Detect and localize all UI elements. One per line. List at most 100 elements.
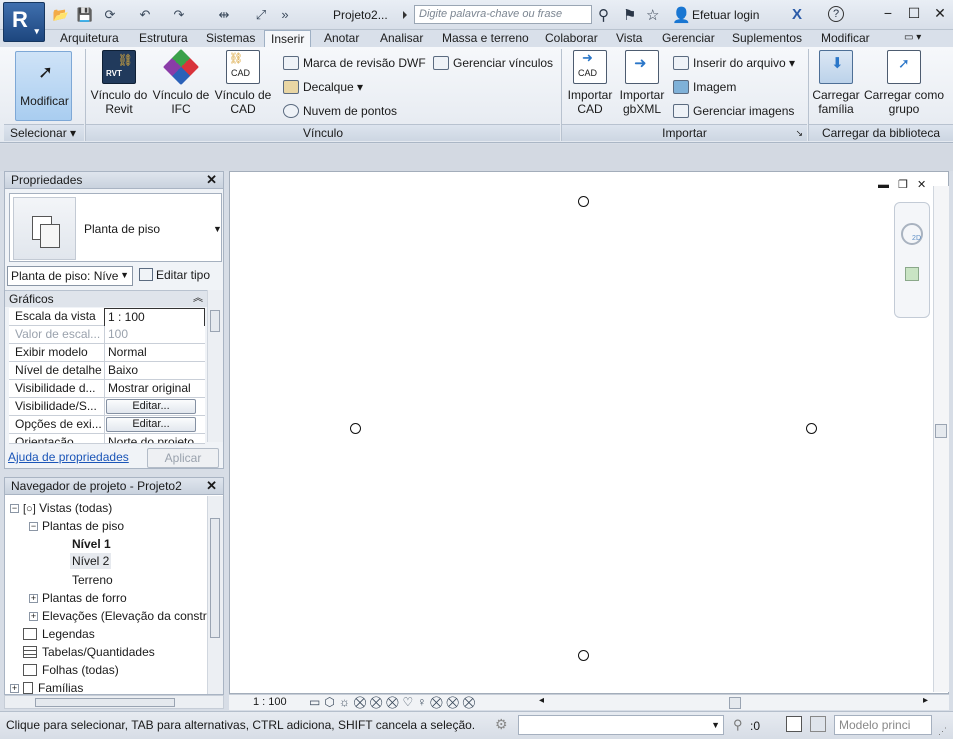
steering-wheel-icon[interactable]: 2D	[901, 223, 923, 245]
canvas-vertical-scrollbar[interactable]	[933, 186, 949, 692]
tree-item-legends[interactable]: Legendas	[23, 627, 95, 641]
maximize-icon[interactable]: ☐	[904, 5, 924, 25]
property-value[interactable]: Normal	[104, 344, 205, 361]
property-value[interactable]: Baixo	[104, 362, 205, 379]
tab-estrutura[interactable]: Estrutura	[133, 30, 194, 47]
link-revit-button[interactable]: RVT ⛓ Vínculo do Revit	[88, 50, 150, 116]
view-control-icons[interactable]: ▭⬡☼⛒⛒⛒♡♀⛒⛒⛒	[309, 695, 479, 710]
tab-arquitetura[interactable]: Arquitetura	[54, 30, 125, 47]
editable-only-icon[interactable]	[810, 716, 826, 732]
collapse-icon[interactable]: −	[10, 504, 19, 513]
elevation-marker-west[interactable]	[350, 423, 361, 434]
dimension-icon[interactable]: ⤢	[252, 6, 270, 24]
instance-filter-select[interactable]: Planta de piso: Níve ▼	[7, 266, 133, 286]
manage-links-button[interactable]: Gerenciar vínculos	[433, 55, 553, 71]
tree-item-schedules[interactable]: Tabelas/Quantidades	[23, 645, 155, 659]
load-family-button[interactable]: ⬇ Carregar família	[810, 50, 862, 116]
section-header[interactable]: Gráficos ︽	[5, 290, 223, 307]
search-input[interactable]: Digite palavra-chave ou frase	[403, 5, 592, 24]
load-as-group-button[interactable]: ➚ Carregar como grupo	[862, 50, 946, 116]
save-icon[interactable]: 💾	[76, 6, 94, 24]
manage-images-button[interactable]: Gerenciar imagens	[673, 103, 794, 119]
collapse-icon[interactable]: −	[29, 522, 38, 531]
elevation-marker-east[interactable]	[806, 423, 817, 434]
close-icon[interactable]: ✕	[206, 172, 217, 188]
close-icon[interactable]: ✕	[930, 5, 950, 25]
help-icon[interactable]: ?	[828, 6, 844, 22]
tree-item-views[interactable]: − [○] Vistas (todas)	[10, 501, 112, 516]
modify-button[interactable]: ➚ Modificar	[15, 51, 72, 121]
select-group-label[interactable]: Selecionar ▾	[4, 124, 84, 141]
minimize-icon[interactable]: −	[878, 5, 898, 25]
expand-icon[interactable]: +	[29, 594, 38, 603]
scroll-right-icon[interactable]: ▸	[923, 695, 928, 706]
sync-icon[interactable]: ⟳	[101, 6, 119, 24]
scrollbar-thumb[interactable]	[935, 424, 947, 438]
elevation-marker-south[interactable]	[578, 650, 589, 661]
expand-icon[interactable]: +	[29, 612, 38, 621]
tab-colaborar[interactable]: Colaborar	[539, 30, 604, 47]
design-option-select[interactable]: Modelo princi	[834, 715, 932, 735]
tab-sistemas[interactable]: Sistemas	[200, 30, 261, 47]
close-icon[interactable]: ✕	[206, 478, 217, 494]
tree-item-ceiling-plans[interactable]: + Plantas de forro	[29, 591, 127, 605]
exchange-apps-icon[interactable]: X	[792, 6, 802, 23]
view-scale-input[interactable]: 1 : 100	[104, 308, 205, 327]
point-cloud-button[interactable]: Nuvem de pontos	[283, 103, 397, 119]
tab-anotar[interactable]: Anotar	[318, 30, 365, 47]
tree-item-floor-plans[interactable]: − Plantas de piso	[29, 519, 124, 533]
app-menu-button[interactable]: R ▾	[3, 2, 45, 42]
more-icon[interactable]: »	[276, 6, 294, 24]
tree-item-terrain[interactable]: Terreno	[72, 573, 113, 587]
browser-scrollbar[interactable]	[207, 496, 223, 694]
properties-help-link[interactable]: Ajuda de propriedades	[8, 450, 129, 464]
view-scale[interactable]: 1 : 100	[253, 696, 287, 708]
expand-icon[interactable]: +	[10, 684, 19, 693]
link-ifc-button[interactable]: Vínculo de IFC	[150, 48, 212, 116]
properties-scrollbar[interactable]	[207, 290, 223, 442]
design-options-icon[interactable]	[786, 716, 802, 732]
elevation-marker-north[interactable]	[578, 196, 589, 207]
tab-suplementos[interactable]: Suplementos	[726, 30, 808, 47]
tab-analisar[interactable]: Analisar	[374, 30, 429, 47]
image-button[interactable]: Imagem	[673, 79, 736, 95]
redo-icon[interactable]: ↷	[170, 6, 188, 24]
tree-item-sheets[interactable]: Folhas (todas)	[23, 663, 119, 677]
login-button[interactable]: Efetuar login	[692, 8, 759, 22]
workset-select[interactable]: ▼	[518, 715, 724, 735]
insert-from-file-button[interactable]: Inserir do arquivo ▾	[673, 55, 795, 71]
link-cad-button[interactable]: CAD ⛓ Vínculo de CAD	[212, 50, 274, 116]
tree-item-level-2[interactable]: Nível 2	[70, 553, 112, 569]
tree-item-families[interactable]: + Famílias	[10, 681, 83, 695]
import-cad-button[interactable]: CAD ➜ Importar CAD	[563, 50, 617, 116]
view-window-controls[interactable]: ▬ ❐ ✕	[878, 178, 929, 191]
ribbon-minimize-icon[interactable]: ▭ ▾	[898, 30, 927, 47]
property-value[interactable]: Mostrar original	[104, 380, 205, 397]
subscription-icon[interactable]: ⚑	[623, 6, 636, 24]
apply-button[interactable]: Aplicar	[147, 448, 219, 468]
import-gbxml-button[interactable]: ➜ Importar gbXML	[617, 50, 667, 116]
drawing-canvas[interactable]: ▬ ❐ ✕ 2D	[229, 171, 949, 694]
scroll-left-icon[interactable]: ◂	[539, 695, 544, 706]
tab-modificar[interactable]: Modificar	[815, 30, 876, 47]
visibility-edit-button[interactable]: Editar...	[106, 399, 196, 414]
tree-item-level-1[interactable]: Nível 1	[72, 537, 111, 551]
decal-button[interactable]: Decalque ▾	[283, 79, 363, 95]
tab-gerenciar[interactable]: Gerenciar	[656, 30, 721, 47]
browser-horizontal-scrollbar[interactable]	[4, 695, 224, 709]
favorites-star-icon[interactable]: ☆	[646, 6, 659, 24]
scrollbar-thumb[interactable]	[729, 697, 741, 709]
property-value[interactable]: Norte do projeto	[104, 434, 205, 443]
type-selector[interactable]: Planta de piso ▼	[9, 193, 222, 262]
scrollbar-thumb[interactable]	[35, 698, 175, 707]
measure-icon[interactable]: ⇹	[215, 6, 233, 24]
display-options-edit-button[interactable]: Editar...	[106, 417, 196, 432]
tab-inserir[interactable]: Inserir	[264, 30, 312, 48]
resize-grip-icon[interactable]: ⋰	[938, 726, 947, 737]
tree-item-elevations[interactable]: + Elevações (Elevação da constr	[29, 609, 209, 623]
worksets-icon[interactable]: ⚙	[495, 716, 508, 733]
dialog-launcher-icon[interactable]: ↘	[795, 125, 803, 141]
navigation-bar[interactable]: 2D	[894, 202, 930, 318]
collapse-icon[interactable]: ︽	[193, 291, 203, 307]
tab-massa-terreno[interactable]: Massa e terreno	[436, 30, 535, 47]
